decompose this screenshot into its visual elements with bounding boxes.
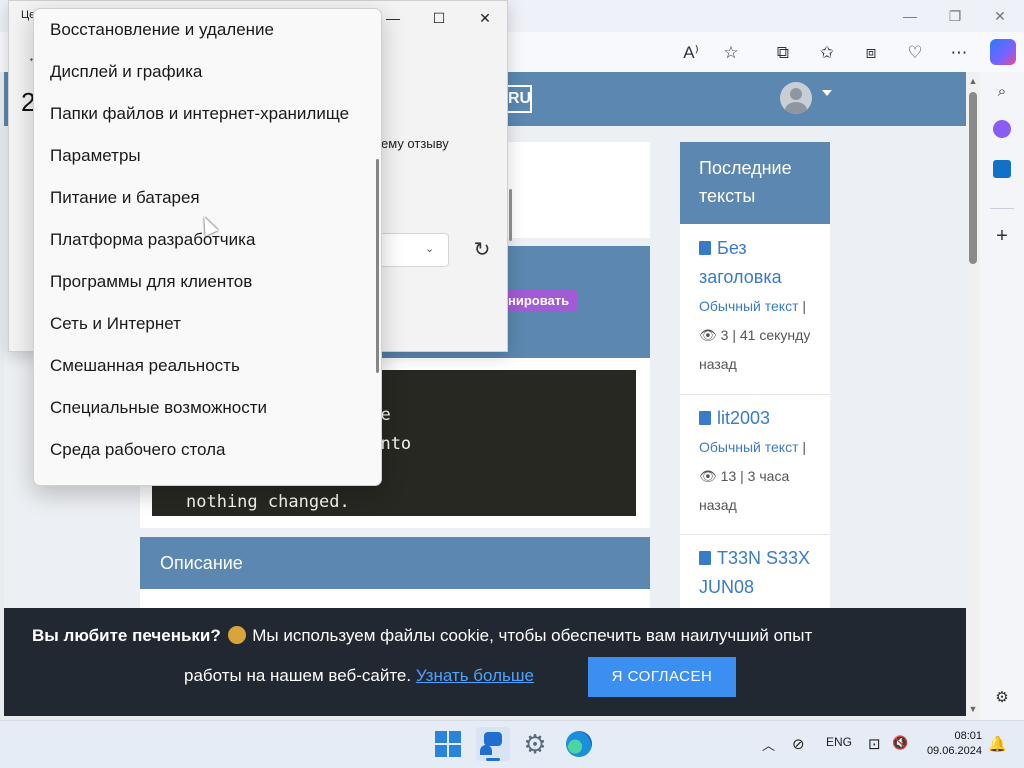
site-logo[interactable]: RU [506,85,532,113]
page-scrollbar[interactable]: ▲ ▼ [966,72,980,720]
dropdown-scrollbar[interactable] [376,159,379,373]
collections-icon[interactable]: ⧈ [858,40,884,66]
dropdown-option[interactable]: Питание и батарея [34,177,374,219]
category-dropdown-list: Восстановление и удаление Дисплей и граф… [33,8,382,486]
windows-start-icon[interactable] [433,729,463,759]
recent-item-title[interactable]: Без заголовка [699,234,811,292]
cookie-banner: Вы любите печеньки? Мы используем файлы … [4,608,966,716]
browser-restore-button[interactable]: ❐ [940,4,970,28]
window-scrollbar[interactable] [509,189,512,241]
read-aloud-icon[interactable]: A⁾ [678,40,704,66]
more-icon[interactable]: ⋯ [946,40,972,66]
eye-icon: 👁 [699,327,717,343]
cookie-text-line1: Вы любите печеньки? Мы используем файлы … [32,626,813,645]
recent-item-meta: Обычный текст | 👁 3 | 41 секунду назад [699,298,811,372]
edge-sidebar: ⌕ + ⚙ [980,72,1024,720]
maximize-button[interactable]: ☐ [419,7,459,29]
copilot-sidebar-icon[interactable] [993,120,1011,138]
recent-texts-header: Последние тексты [680,142,830,224]
recent-item-title[interactable]: T33N S33X JUN08 [699,544,811,602]
network-icon[interactable]: ⊘ [792,735,805,753]
browser-close-button[interactable]: ✕ [985,4,1015,28]
scroll-up-icon[interactable]: ▲ [968,76,978,86]
tray-chevron-icon[interactable]: ︿ [762,735,775,754]
display-icon[interactable]: ⊡ [868,735,881,753]
chevron-down-icon: ⌄ [425,243,435,255]
notification-bell-icon[interactable]: 🔔 [988,735,1007,753]
scrollbar-thumb[interactable] [969,92,977,264]
dropdown-option[interactable]: Восстановление и удаление [34,9,374,51]
action-badge[interactable]: нировать [500,290,578,312]
list-item: Без заголовка Обычный текст | 👁 3 | 41 с… [680,234,830,379]
dropdown-option[interactable]: Н [34,471,374,485]
settings-icon[interactable]: ⚙ [990,686,1014,710]
list-item: T33N S33X JUN08 [680,544,830,602]
clock[interactable]: 08:01 09.06.2024 [922,729,982,759]
chevron-down-icon[interactable] [822,90,832,96]
search-icon[interactable]: ⌕ [990,80,1014,104]
language-indicator[interactable]: ENG [826,735,852,749]
document-icon [699,241,711,255]
favorites-icon[interactable]: ✩ [814,40,840,66]
edge-task-icon[interactable] [566,731,592,757]
cookie-icon [227,626,246,644]
recent-texts-panel: Последние тексты Без заголовка Обычный т… [680,142,830,618]
sidebar-divider [990,208,1014,209]
document-icon [699,551,711,565]
eye-icon: 👁 [699,468,717,484]
outlook-icon[interactable] [993,160,1011,178]
favorite-star-icon[interactable]: ☆ [718,40,744,66]
dropdown-option[interactable]: Среда рабочего стола [34,429,374,471]
dropdown-option[interactable]: Сеть и Интернет [34,303,374,345]
recent-item-title[interactable]: lit2003 [699,404,811,433]
dropdown-option[interactable]: Параметры [34,135,374,177]
list-item: lit2003 Обычный текст | 👁 13 | 3 часа на… [680,404,830,520]
description-header: Описание [140,537,650,589]
clock-time: 08:01 [954,730,982,742]
dropdown-option[interactable]: Дисплей и графика [34,51,374,93]
refresh-icon[interactable]: ↻ [469,237,495,263]
settings-task-icon[interactable]: ⚙ [520,729,550,759]
description-card: Описание [140,537,650,618]
add-icon[interactable]: + [990,224,1014,248]
dropdown-option[interactable]: Программы для клиентов [34,261,374,303]
learn-more-link[interactable]: Узнать больше [416,666,534,685]
list-divider [680,394,830,395]
dropdown-option[interactable]: Смешанная реальность [34,345,374,387]
taskbar: ⚙ ︿ ⊘ ENG ⊡ 🔇 08:01 09.06.2024 🔔 [0,720,1024,768]
feedback-hint-text: ему отзыву [381,136,449,151]
avatar[interactable] [780,82,812,114]
browser-essentials-icon[interactable]: ♡ [902,40,928,66]
agree-button[interactable]: Я СОГЛАСЕН [588,657,736,697]
browser-minimize-button[interactable]: — [895,4,925,28]
recent-item-meta: Обычный текст | 👁 13 | 3 часа назад [699,439,807,513]
dropdown-option[interactable]: Папки файлов и интернет-хранилище [34,93,374,135]
cookie-text-line2: работы на нашем веб-сайте. Узнать больше [184,666,534,685]
scroll-down-icon[interactable]: ▼ [968,704,978,714]
dropdown-option[interactable]: Специальные возможности [34,387,374,429]
split-screen-icon[interactable]: ⧉ [770,40,796,66]
clock-date: 09.06.2024 [926,745,982,757]
copilot-icon[interactable] [990,39,1016,65]
volume-muted-icon[interactable]: 🔇 [892,735,908,751]
subcategory-select[interactable]: ⌄ [381,233,449,267]
document-icon [699,411,711,425]
feedback-hub-task-icon[interactable] [476,727,510,761]
close-button[interactable]: ✕ [465,7,505,29]
list-divider [680,534,830,535]
